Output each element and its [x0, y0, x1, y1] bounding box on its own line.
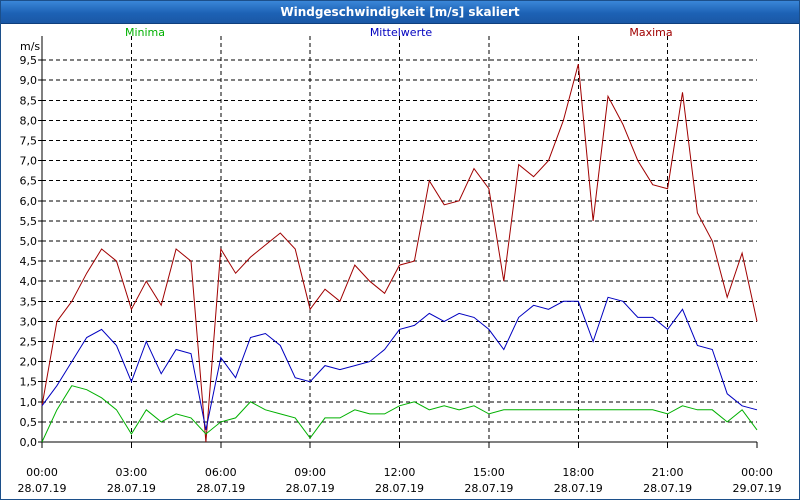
x-tick-time-label: 18:00: [562, 466, 594, 479]
x-tick-date-label: 28.07.19: [286, 482, 335, 495]
window-title-bar: Windgeschwindigkeit [m/s] skaliert: [1, 1, 799, 24]
x-tick-date-label: 28.07.19: [18, 482, 67, 495]
x-tick-date-label: 28.07.19: [196, 482, 245, 495]
y-tick-label: 8,5: [20, 94, 38, 107]
x-tick-time-label: 12:00: [384, 466, 416, 479]
x-tick-date-label: 28.07.19: [643, 482, 692, 495]
y-axis-unit-label: m/s: [20, 40, 40, 53]
x-tick-time-label: 09:00: [294, 466, 326, 479]
y-tick-label: 2,0: [20, 356, 38, 369]
legend-maxima: Maxima: [629, 26, 672, 39]
y-tick-label: 3,5: [20, 295, 38, 308]
y-tick-label: 3,0: [20, 315, 38, 328]
y-tick-label: 1,5: [20, 376, 38, 389]
y-tick-label: 7,5: [20, 135, 38, 148]
y-tick-label: 5,5: [20, 215, 38, 228]
x-tick-date-label: 28.07.19: [107, 482, 156, 495]
x-tick-time-label: 15:00: [473, 466, 505, 479]
y-tick-label: 4,0: [20, 275, 38, 288]
x-tick-date-label: 28.07.19: [464, 482, 513, 495]
legend-mittelwerte: Mittelwerte: [370, 26, 433, 39]
y-tick-label: 7,0: [20, 155, 38, 168]
x-tick-date-label: 28.07.19: [554, 482, 603, 495]
y-tick-label: 9,0: [20, 74, 38, 87]
y-tick-label: 0,0: [20, 436, 38, 449]
y-tick-label: 8,0: [20, 114, 38, 127]
y-tick-label: 1,0: [20, 396, 38, 409]
x-tick-time-label: 03:00: [116, 466, 148, 479]
y-tick-label: 9,5: [20, 54, 38, 67]
y-tick-label: 6,0: [20, 195, 38, 208]
x-tick-time-label: 06:00: [205, 466, 237, 479]
window-title: Windgeschwindigkeit [m/s] skaliert: [280, 5, 520, 19]
y-tick-label: 6,5: [20, 175, 38, 188]
y-tick-label: 5,0: [20, 235, 38, 248]
x-tick-date-label: 28.07.19: [375, 482, 424, 495]
y-tick-label: 0,5: [20, 416, 38, 429]
x-tick-date-label: 29.07.19: [733, 482, 782, 495]
x-tick-time-label: 00:00: [26, 466, 58, 479]
wind-speed-chart: Minima Mittelwerte Maxima m/s 0,00,51,01…: [18, 26, 782, 495]
grid-layer: [42, 36, 757, 442]
y-tick-label: 2,5: [20, 336, 38, 349]
y-tick-label: 4,5: [20, 255, 38, 268]
x-tick-time-label: 21:00: [652, 466, 684, 479]
x-tick-time-label: 00:00: [741, 466, 773, 479]
